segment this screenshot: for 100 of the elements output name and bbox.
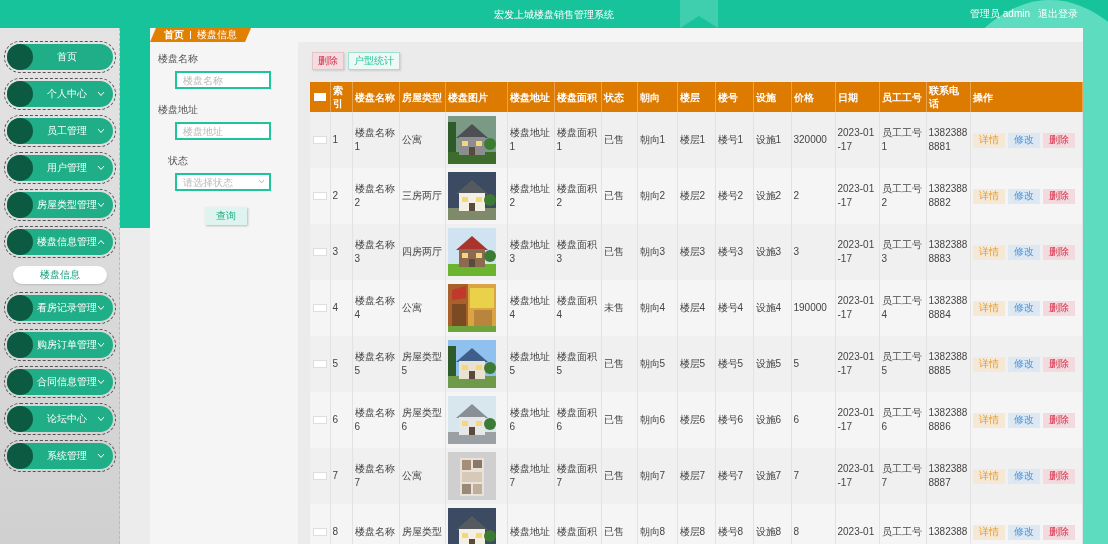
table-cell: 楼盘地址3: [509, 239, 550, 264]
edit-button[interactable]: 修改: [1007, 300, 1040, 316]
details-button[interactable]: 详情: [972, 300, 1005, 316]
table-cell: 设施2: [755, 190, 782, 201]
details-button[interactable]: 详情: [972, 412, 1005, 428]
table-cell: 公寓: [401, 302, 422, 313]
table-cell: 320000: [793, 134, 827, 145]
app-title: 宏发上城楼盘销售管理系统: [494, 9, 614, 20]
column-header: 索引: [332, 85, 343, 109]
row-checkbox[interactable]: [312, 528, 327, 536]
details-button[interactable]: 详情: [972, 188, 1005, 204]
row-checkbox[interactable]: [312, 360, 327, 368]
sidebar-item[interactable]: 看房记录管理: [6, 295, 113, 321]
column-header: 房屋类型: [401, 91, 442, 103]
details-button[interactable]: 详情: [972, 468, 1005, 484]
table-cell: 楼盘面积5: [556, 351, 597, 376]
table-cell: 2023-01-17: [837, 239, 875, 264]
breadcrumb-item[interactable]: 楼盘信息: [197, 28, 237, 42]
delete-button[interactable]: 删除: [1042, 132, 1075, 148]
delete-button[interactable]: 删除: [1042, 356, 1075, 372]
table-cell: 楼盘名称6: [354, 407, 395, 432]
delete-button[interactable]: 删除: [1042, 468, 1075, 484]
search-button[interactable]: 查询: [205, 207, 247, 225]
table-cell: 已售: [603, 470, 624, 481]
delete-button[interactable]: 删除: [1042, 300, 1075, 316]
table-cell: 已售: [603, 246, 624, 257]
table-cell: 13823888887: [928, 463, 968, 488]
column-header: 联系电话: [928, 85, 959, 109]
column-header: 设施: [755, 91, 776, 103]
delete-button[interactable]: 删除: [312, 52, 344, 70]
table-cell: 楼号5: [717, 358, 744, 369]
select-all-checkbox[interactable]: [313, 93, 326, 101]
table-cell: 已售: [603, 358, 624, 369]
table-cell: 楼盘名称2: [354, 183, 395, 208]
sidebar-item[interactable]: 论坛中心: [6, 406, 113, 432]
delete-button[interactable]: 删除: [1042, 244, 1075, 260]
column-header: 楼盘图片: [447, 91, 488, 103]
sidebar-item[interactable]: 合同信息管理: [6, 369, 113, 395]
table-cell: 朝向6: [639, 414, 666, 425]
edit-button[interactable]: 修改: [1007, 132, 1040, 148]
column-header: 楼号: [717, 91, 738, 103]
table-cell: 已售: [603, 190, 624, 201]
row-checkbox[interactable]: [312, 136, 327, 144]
stats-button[interactable]: 户型统计: [348, 52, 400, 70]
row-checkbox[interactable]: [312, 472, 327, 480]
table-cell: 设施8: [755, 526, 782, 537]
delete-button[interactable]: 删除: [1042, 412, 1075, 428]
sidebar-item[interactable]: 用户管理: [6, 155, 113, 181]
details-button[interactable]: 详情: [972, 132, 1005, 148]
table-cell: 8: [332, 526, 339, 537]
table-cell: 楼盘地址6: [509, 407, 550, 432]
sidebar-item[interactable]: 房屋类型管理: [6, 192, 113, 218]
table-cell: 楼盘地址4: [509, 295, 550, 320]
table-cell: 设施4: [755, 302, 782, 313]
sidebar-item[interactable]: 楼盘信息管理: [6, 229, 113, 255]
edit-button[interactable]: 修改: [1007, 412, 1040, 428]
table-cell: 楼盘面积6: [556, 407, 597, 432]
details-button[interactable]: 详情: [972, 356, 1005, 372]
table-cell: 三房两厅: [401, 190, 442, 201]
table-cell: 朝向7: [639, 470, 666, 481]
table-cell: 2: [332, 190, 339, 201]
table-cell: 员工工号4: [881, 295, 922, 320]
table-cell: 楼层1: [679, 134, 706, 145]
column-header: 楼层: [679, 91, 700, 103]
chevron-down-icon: [258, 179, 265, 184]
table-cell: 8: [793, 526, 800, 537]
table-cell: 未售: [603, 302, 624, 313]
sidebar-item[interactable]: 员工管理: [6, 118, 113, 144]
table-cell: 楼盘面积: [556, 526, 597, 537]
table-cell: 5: [332, 358, 339, 369]
table-cell: 楼层5: [679, 358, 706, 369]
edit-button[interactable]: 修改: [1007, 524, 1040, 540]
input-field[interactable]: 楼盘名称: [175, 71, 271, 89]
breadcrumb-item[interactable]: 首页: [164, 28, 184, 42]
logout-link[interactable]: 退出登录: [1038, 7, 1078, 21]
row-checkbox[interactable]: [312, 304, 327, 312]
sidebar-subitem[interactable]: 楼盘信息: [12, 266, 107, 284]
details-button[interactable]: 详情: [972, 524, 1005, 540]
table-cell: 楼号3: [717, 246, 744, 257]
table-cell: 2023-01: [837, 526, 875, 537]
sidebar-item[interactable]: 个人中心: [6, 81, 113, 107]
table-cell: 设施1: [755, 134, 782, 145]
edit-button[interactable]: 修改: [1007, 356, 1040, 372]
row-checkbox[interactable]: [312, 192, 327, 200]
row-checkbox[interactable]: [312, 248, 327, 256]
delete-button[interactable]: 删除: [1042, 524, 1075, 540]
edit-button[interactable]: 修改: [1007, 188, 1040, 204]
sidebar-item[interactable]: 购房订单管理: [6, 332, 113, 358]
table-cell: 朝向1: [639, 134, 666, 145]
table-cell: 楼盘面积7: [556, 463, 597, 488]
edit-button[interactable]: 修改: [1007, 244, 1040, 260]
delete-button[interactable]: 删除: [1042, 188, 1075, 204]
status-select[interactable]: 请选择状态: [175, 173, 271, 191]
details-button[interactable]: 详情: [972, 244, 1005, 260]
sidebar-item[interactable]: 首页: [6, 44, 113, 70]
row-checkbox[interactable]: [312, 416, 327, 424]
column-header: 日期: [837, 91, 858, 103]
edit-button[interactable]: 修改: [1007, 468, 1040, 484]
sidebar-item[interactable]: 系统管理: [6, 443, 113, 469]
table-cell: 3: [332, 246, 339, 257]
